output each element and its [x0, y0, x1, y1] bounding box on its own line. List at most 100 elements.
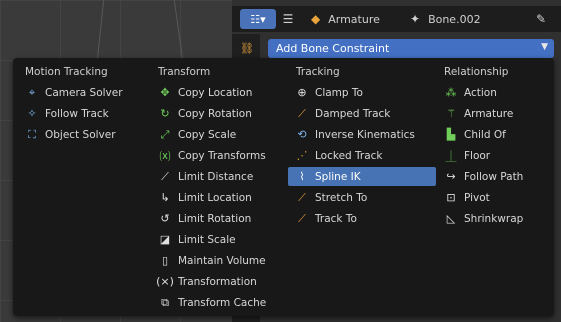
menu-item-label: Locked Track — [315, 149, 383, 162]
armature-icon: ⚚ — [446, 107, 456, 120]
transformation-icon: (×) — [156, 275, 174, 288]
menu-item-armature[interactable]: ⚚ Armature — [443, 104, 513, 123]
menu-item-transformation[interactable]: (×) Transformation — [156, 272, 257, 291]
menu-item-label: Follow Track — [45, 107, 109, 120]
object-name: Armature — [328, 12, 380, 26]
menu-item-label: Limit Rotation — [178, 212, 252, 225]
menu-item-copy-location[interactable]: ✥ Copy Location — [157, 83, 252, 102]
floor-icon: ⏊ — [445, 149, 457, 163]
copy-scale-icon: ⤢ — [160, 127, 170, 141]
menu-item-label: Transform Cache — [178, 296, 267, 309]
properties-editor-icon: ☷▾ — [250, 12, 266, 26]
column-header-transform: Transform — [158, 66, 211, 78]
copy-rotation-icon: ↻ — [160, 107, 170, 120]
editor-type-button[interactable]: ☷▾ — [240, 9, 276, 29]
copy-transforms-icon: ⒳ — [159, 149, 171, 163]
menu-item-inverse-kinematics[interactable]: ⟲ Inverse Kinematics — [294, 125, 415, 144]
menu-item-damped-track[interactable]: ⟋ Damped Track — [294, 104, 390, 123]
menu-item-label: Damped Track — [315, 107, 391, 120]
armature-data-icon: ◆ — [311, 12, 321, 26]
menu-item-pivot[interactable]: ⊡ Pivot — [443, 188, 490, 207]
menu-item-label: Track To — [315, 212, 357, 225]
menu-item-maintain-volume[interactable]: ▯ Maintain Volume — [157, 251, 266, 270]
menu-item-object-solver[interactable]: ⛶ Object Solver — [24, 125, 116, 144]
column-header-relationship: Relationship — [444, 66, 509, 78]
menu-item-label: Follow Path — [464, 170, 524, 183]
menu-item-label: Limit Scale — [178, 233, 236, 246]
menu-item-label: Camera Solver — [45, 86, 123, 99]
menu-item-label: Shrinkwrap — [464, 212, 524, 225]
add-bone-constraint-dropdown[interactable]: Add Bone Constraint ▼ — [268, 39, 554, 58]
limit-scale-icon: ◪ — [159, 233, 171, 246]
menu-item-stretch-to[interactable]: ⟋ Stretch To — [294, 188, 367, 207]
menu-item-label: Copy Rotation — [178, 107, 252, 120]
copy-location-icon: ✥ — [160, 86, 170, 99]
menu-item-shrinkwrap[interactable]: ◺ Shrinkwrap — [443, 209, 524, 228]
menu-item-child-of[interactable]: ▙ Child Of — [443, 125, 506, 144]
action-icon: ⁂ — [445, 86, 457, 99]
menu-item-follow-track[interactable]: ✧ Follow Track — [24, 104, 109, 123]
menu-item-label: Armature — [464, 107, 514, 120]
menu-item-label: Pivot — [464, 191, 490, 204]
menu-item-label: Transformation — [178, 275, 257, 288]
menu-item-copy-rotation[interactable]: ↻ Copy Rotation — [157, 104, 252, 123]
spline-ik-icon: ⌇ — [299, 170, 305, 183]
shrinkwrap-icon: ◺ — [446, 212, 456, 225]
menu-item-camera-solver[interactable]: ⌖ Camera Solver — [24, 83, 123, 102]
menu-item-label: Copy Transforms — [178, 149, 266, 162]
stretch-to-icon: ⟋ — [298, 190, 306, 204]
follow-path-icon: ↪ — [446, 170, 456, 183]
follow-track-icon: ✧ — [27, 107, 37, 120]
menu-item-copy-scale[interactable]: ⤢ Copy Scale — [157, 125, 237, 144]
menu-item-label: Copy Location — [178, 86, 253, 99]
menu-item-label: Object Solver — [45, 128, 116, 141]
column-header-motion-tracking: Motion Tracking — [25, 66, 108, 78]
menu-item-track-to[interactable]: ⟋ Track To — [294, 209, 357, 228]
chevron-down-icon: ▼ — [541, 42, 548, 52]
limit-rotation-icon: ↺ — [160, 212, 170, 225]
track-to-icon: ⟋ — [298, 211, 306, 225]
menu-item-limit-location[interactable]: ↳ Limit Location — [157, 188, 252, 207]
menu-item-limit-rotation[interactable]: ↺ Limit Rotation — [157, 209, 251, 228]
menu-item-spline-ik[interactable]: ⌇ Spline IK — [288, 167, 436, 186]
pivot-icon: ⊡ — [446, 191, 456, 204]
child-of-icon: ▙ — [446, 128, 456, 141]
pin-toggle[interactable]: ☰ — [281, 6, 295, 32]
menu-item-label: Stretch To — [315, 191, 368, 204]
menu-item-label: Maintain Volume — [178, 254, 266, 267]
menu-item-follow-path[interactable]: ↪ Follow Path — [443, 167, 523, 186]
menu-item-label: Spline IK — [315, 170, 361, 183]
transform-cache-icon: ⧉ — [161, 295, 169, 309]
add-bone-constraint-label: Add Bone Constraint — [276, 42, 390, 55]
menu-item-floor[interactable]: ⏊ Floor — [443, 146, 491, 165]
menu-item-label: Inverse Kinematics — [315, 128, 415, 141]
object-solver-icon: ⛶ — [28, 127, 36, 141]
clamp-to-icon: ⊕ — [297, 86, 307, 99]
menu-item-label: Copy Scale — [178, 128, 237, 141]
object-breadcrumb[interactable]: ◆ Armature — [311, 6, 380, 32]
limit-location-icon: ↳ — [160, 191, 170, 204]
menu-item-label: Limit Location — [178, 191, 252, 204]
bone-breadcrumb[interactable]: ✦ Bone.002 — [410, 6, 481, 32]
maintain-volume-icon: ▯ — [161, 254, 169, 267]
menu-item-label: Clamp To — [315, 86, 363, 99]
pin-button[interactable]: ✎ — [536, 6, 546, 32]
menu-item-locked-track[interactable]: ⋰ Locked Track — [294, 146, 383, 165]
menu-item-limit-distance[interactable]: ⟋ Limit Distance — [157, 167, 253, 186]
inverse-kinematics-icon: ⟲ — [297, 128, 307, 141]
bone-name: Bone.002 — [428, 12, 481, 26]
menu-item-clamp-to[interactable]: ⊕ Clamp To — [294, 83, 363, 102]
menu-item-limit-scale[interactable]: ◪ Limit Scale — [157, 230, 236, 249]
locked-track-icon: ⋰ — [296, 149, 308, 162]
menu-item-transform-cache[interactable]: ⧉ Transform Cache — [157, 293, 266, 312]
menu-item-label: Action — [464, 86, 497, 99]
bone-constraint-tab-icon[interactable]: ⛓ — [240, 42, 254, 56]
menu-item-copy-transforms[interactable]: ⒳ Copy Transforms — [157, 146, 266, 165]
camera-solver-icon: ⌖ — [28, 85, 36, 99]
menu-item-label: Child Of — [464, 128, 506, 141]
menu-item-label: Limit Distance — [178, 170, 254, 183]
pin-icon: ✎ — [536, 12, 547, 26]
damped-track-icon: ⟋ — [298, 106, 306, 120]
menu-item-action[interactable]: ⁂ Action — [443, 83, 497, 102]
list-icon: ☰ — [282, 12, 294, 26]
